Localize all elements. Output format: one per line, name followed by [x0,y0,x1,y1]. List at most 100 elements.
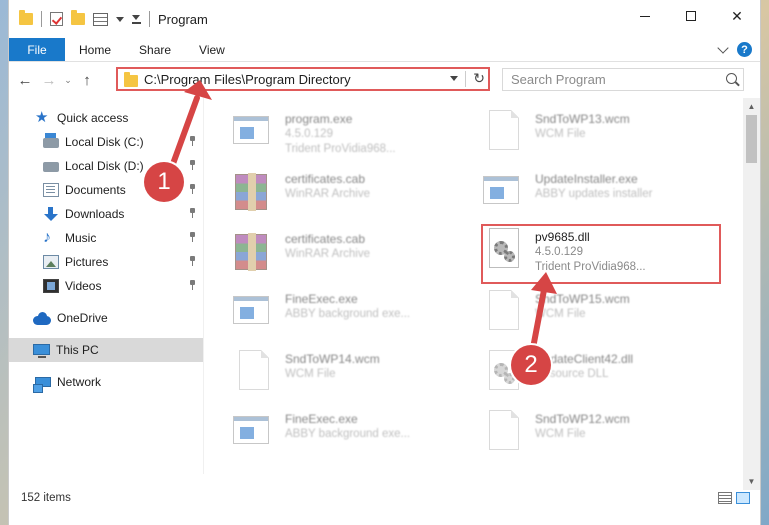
sidebar-item-this-pc[interactable]: This PC [9,338,203,362]
tab-view[interactable]: View [185,38,239,61]
recent-locations-icon[interactable]: ⌄ [61,75,75,86]
onedrive-icon [33,311,51,325]
file-item[interactable]: FineExec.exe ABBY background exe... [211,286,451,342]
network-icon [33,377,51,393]
toolbar-divider [41,11,42,27]
tab-home[interactable]: Home [65,38,125,61]
downloads-icon [43,207,59,221]
large-icons-view-icon[interactable] [736,492,750,504]
properties-check-icon[interactable] [50,12,63,26]
file-item[interactable]: SndToWP14.wcm WCM File [211,346,451,402]
file-type: ABBY background exe... [285,428,411,440]
minimize-button[interactable] [622,0,668,32]
sidebar-item-videos[interactable]: Videos [9,274,203,298]
file-name: FineExec.exe [285,412,358,426]
address-dropdown-icon[interactable] [450,76,458,81]
file-type: WCM File [535,128,586,140]
help-icon[interactable]: ? [737,42,752,57]
file-version: 4.5.0.129 [285,128,333,140]
pin-icon [189,256,196,266]
pin-icon [189,136,196,146]
step-badge-1: 1 [144,162,184,202]
quick-access-toolbar [9,0,150,38]
item-count: 152 items [21,492,71,504]
search-placeholder: Search Program [511,72,606,87]
blank-file-icon [483,290,523,334]
details-view-icon[interactable] [718,492,732,504]
vertical-scrollbar[interactable]: ▲ ▼ [743,98,760,490]
sidebar-item-onedrive[interactable]: OneDrive [9,306,203,330]
sidebar-item-label: Music [65,231,97,245]
file-item[interactable]: certificates.cab WinRAR Archive [211,166,451,222]
status-bar: 152 items [9,488,760,508]
sidebar-divider [203,98,204,474]
address-path[interactable]: C:\Program Files\Program Directory [144,72,351,87]
file-list: program.exe 4.5.0.129 Trident ProVidia968.… [211,100,741,474]
sidebar-item-label: Quick access [57,111,129,125]
up-arrow-icon[interactable]: ↑ [75,72,99,89]
address-bar[interactable]: C:\Program Files\Program Directory ↻ [116,67,490,91]
forward-arrow-icon[interactable]: → [37,72,61,89]
file-description: Trident ProVidia968... [285,143,396,155]
file-name: SndToWP12.wcm [535,412,630,426]
search-input[interactable]: Search Program [502,68,744,91]
back-arrow-icon[interactable]: ← [13,72,37,89]
ribbon-right-controls: ? [717,38,760,61]
winrar-icon [233,230,273,274]
sidebar-item-network[interactable]: Network [9,370,203,394]
exe-icon [233,410,273,454]
customize-toolbar-icon[interactable] [132,14,141,24]
sidebar-item-music[interactable]: ♪ Music [9,226,203,250]
pin-icon [189,184,196,194]
file-item[interactable]: SndToWP15.wcm WCM File [461,286,701,342]
this-pc-icon [33,343,50,358]
window-title: Program [158,11,208,27]
file-name: UpdateInstaller.exe [535,172,638,186]
tab-share[interactable]: Share [125,38,185,61]
close-button[interactable]: ✕ [714,0,760,32]
navigation-pane: ★ Quick access Local Disk (C:) Local Dis… [9,104,203,474]
properties-dropdown-icon[interactable] [116,16,124,22]
highlight-box-pv9685-dll [481,224,721,284]
tab-file[interactable]: File [9,38,65,61]
exe-icon [483,170,523,214]
file-item[interactable]: UpdateInstaller.exe ABBY updates installe… [461,166,701,222]
maximize-button[interactable] [668,0,714,32]
file-item[interactable]: program.exe 4.5.0.129 Trident ProVidia968.… [211,106,451,162]
search-icon [726,73,737,84]
file-item[interactable]: certificates.cab WinRAR Archive [211,226,451,282]
file-type: WCM File [535,308,586,320]
scrollbar-thumb[interactable] [746,115,757,163]
folder-icon [124,71,138,87]
file-type: WCM File [535,428,586,440]
file-type: WinRAR Archive [285,248,370,260]
sidebar-item-label: Videos [65,279,102,293]
winrar-icon [233,170,273,214]
refresh-icon[interactable]: ↻ [473,70,485,87]
properties-icon[interactable] [93,12,108,26]
new-folder-icon[interactable] [71,10,85,25]
file-item[interactable]: FineExec.exe ABBY background exe... [211,406,451,462]
address-divider [465,71,466,87]
step-badge-2: 2 [511,345,551,385]
sidebar-item-label: Downloads [65,207,125,221]
sidebar-item-local-disk-c[interactable]: Local Disk (C:) [9,130,203,154]
maximize-icon [686,11,696,21]
file-item[interactable]: UpdateClient42.dll Resource DLL [461,346,701,402]
sidebar-item-downloads[interactable]: Downloads [9,202,203,226]
file-item[interactable]: SndToWP12.wcm WCM File [461,406,701,462]
pin-icon [189,160,196,170]
sidebar-item-label: Documents [65,183,126,197]
star-icon: ★ [35,109,49,126]
expand-ribbon-icon[interactable] [717,41,729,54]
exe-icon [233,110,273,154]
videos-icon [43,279,59,293]
window-controls: ✕ [622,0,760,32]
view-switcher [718,492,750,504]
sidebar-item-pictures[interactable]: Pictures [9,250,203,274]
sidebar-item-label: Network [57,375,102,389]
file-item[interactable]: SndToWP13.wcm WCM File [461,106,701,162]
scroll-up-icon[interactable]: ▲ [743,98,760,115]
minimize-icon [640,15,650,17]
sidebar-item-quick-access[interactable]: ★ Quick access [9,106,203,130]
